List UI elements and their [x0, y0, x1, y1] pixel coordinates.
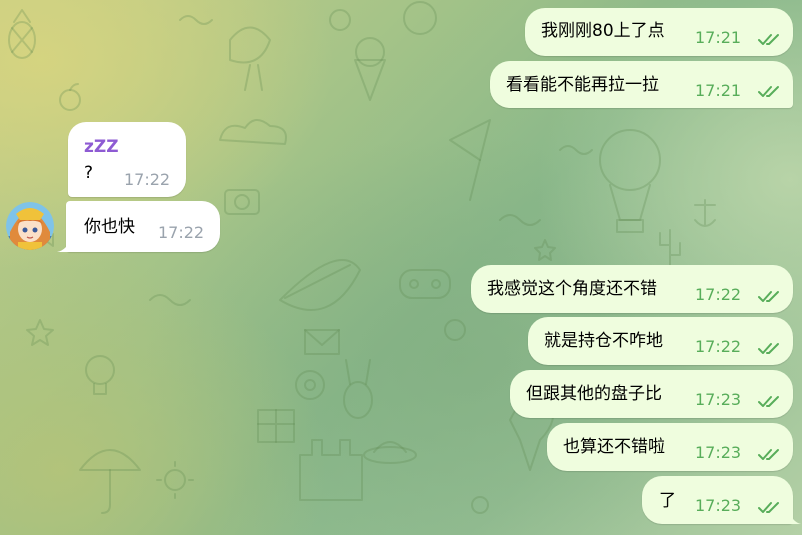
read-double-check-icon — [758, 34, 779, 45]
message-bubble-outgoing[interactable]: 但跟其他的盘子比 17:23 — [510, 370, 793, 418]
message-bubble-outgoing[interactable]: 我刚刚80上了点 17:21 — [525, 8, 793, 56]
message-time: 17:22 — [124, 170, 171, 189]
message-time: 17:23 — [695, 496, 742, 515]
message-time: 17:22 — [695, 337, 742, 356]
sender-name[interactable]: zZZ — [84, 136, 119, 158]
read-double-check-icon — [758, 502, 779, 513]
message-time: 17:23 — [695, 443, 742, 462]
message-bubble-outgoing[interactable]: 看看能不能再拉一拉 17:21 — [490, 61, 793, 108]
read-double-check-icon — [758, 343, 779, 354]
message-time: 17:21 — [695, 28, 742, 47]
bubble-tail — [57, 238, 71, 252]
message-bubble-outgoing[interactable]: 我感觉这个角度还不错 17:22 — [471, 265, 793, 313]
message-time: 17:22 — [158, 223, 205, 242]
message-text: 就是持仓不咋地 — [544, 331, 663, 351]
read-double-check-icon — [758, 291, 779, 302]
message-text: 也算还不错啦 — [563, 437, 665, 457]
message-text: 我感觉这个角度还不错 — [487, 279, 657, 299]
message-text: 我刚刚80上了点 — [541, 21, 665, 41]
message-time: 17:23 — [695, 390, 742, 409]
message-bubble-outgoing[interactable]: 了 17:23 — [642, 476, 793, 524]
message-text: 但跟其他的盘子比 — [526, 384, 662, 404]
message-text: ? — [84, 163, 94, 183]
read-double-check-icon — [758, 86, 779, 97]
message-time: 17:22 — [695, 285, 742, 304]
message-bubble-incoming[interactable]: 你也快 17:22 — [66, 201, 220, 252]
message-text: 看看能不能再拉一拉 — [506, 75, 659, 95]
read-double-check-icon — [758, 449, 779, 460]
read-double-check-icon — [758, 396, 779, 407]
message-time: 17:21 — [695, 81, 742, 100]
message-bubble-outgoing[interactable]: 就是持仓不咋地 17:22 — [528, 317, 793, 365]
message-text: 了 — [659, 491, 676, 511]
bubble-tail — [789, 510, 801, 524]
message-bubble-incoming[interactable]: zZZ ? 17:22 — [68, 122, 186, 197]
message-text: 你也快 — [84, 217, 135, 237]
anime-girl-avatar[interactable] — [6, 202, 54, 250]
message-bubble-outgoing[interactable]: 也算还不错啦 17:23 — [547, 423, 793, 471]
